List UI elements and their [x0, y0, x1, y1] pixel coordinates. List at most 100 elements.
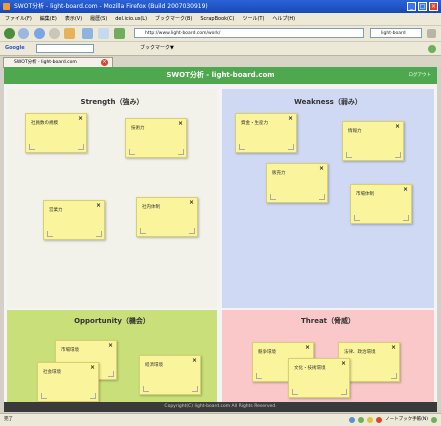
- menu-bookmarks[interactable]: ブックマーク(B): [155, 13, 192, 25]
- note-close-icon[interactable]: ×: [288, 115, 293, 122]
- note-resize-handle[interactable]: [90, 393, 96, 399]
- note-close-icon[interactable]: ×: [189, 199, 194, 206]
- note-close-icon[interactable]: ×: [192, 357, 197, 364]
- note-resize-handle[interactable]: [178, 149, 184, 155]
- menu-view[interactable]: 表示(V): [65, 13, 82, 25]
- sticky-note[interactable]: 社員数の規模 ×: [25, 113, 87, 153]
- search-field[interactable]: light-board: [370, 28, 422, 38]
- note-text: 競争環境: [258, 350, 276, 355]
- minimize-button[interactable]: _: [407, 2, 416, 11]
- status-icon[interactable]: [358, 417, 365, 423]
- settings-icon[interactable]: [428, 45, 436, 53]
- sticky-note[interactable]: 資金・生産力 ×: [235, 113, 297, 153]
- window-title: SWOT分析 - light-board.com - Mozilla Firef…: [14, 3, 208, 10]
- status-icon[interactable]: [376, 417, 383, 423]
- sticky-note[interactable]: 販売力 ×: [266, 163, 328, 203]
- note-text: 市場体制: [356, 192, 374, 197]
- google-search-input[interactable]: [36, 44, 94, 53]
- sticky-note[interactable]: 市場体制 ×: [350, 184, 412, 224]
- menu-scrapbook[interactable]: ScrapBook(C): [200, 13, 234, 25]
- address-text: http://www.light-board.com/work/: [145, 31, 221, 36]
- logout-link[interactable]: ログアウト: [409, 67, 432, 84]
- note-resize-handle[interactable]: [341, 389, 347, 395]
- note-close-icon[interactable]: ×: [178, 120, 183, 127]
- forward-icon[interactable]: [18, 28, 29, 39]
- quadrant-strength: Strength（強み） 社員数の規模 × 技術力 × 営業力 × 社内体制 ×: [7, 89, 217, 308]
- sticky-note[interactable]: 経済環境 ×: [139, 355, 201, 395]
- close-tab-icon[interactable]: ×: [101, 59, 108, 66]
- quadrant-title-strength: Strength（強み）: [80, 98, 144, 106]
- note-close-icon[interactable]: ×: [341, 360, 346, 367]
- notebook-link[interactable]: ノートブック手帳(N): [385, 414, 428, 426]
- menu-history[interactable]: 履歴(S): [90, 13, 107, 25]
- note-close-icon[interactable]: ×: [108, 342, 113, 349]
- note-close-icon[interactable]: ×: [395, 123, 400, 130]
- note-close-icon[interactable]: ×: [403, 186, 408, 193]
- note-edit-icon[interactable]: [256, 373, 262, 379]
- note-edit-icon[interactable]: [292, 389, 298, 395]
- note-edit-icon[interactable]: [346, 152, 352, 158]
- note-text: 社内体制: [142, 205, 160, 210]
- search-icon[interactable]: [427, 29, 436, 38]
- maximize-button[interactable]: □: [418, 2, 427, 11]
- note-close-icon[interactable]: ×: [90, 364, 95, 371]
- note-edit-icon[interactable]: [47, 231, 53, 237]
- note-text: 文化・技術環境: [294, 366, 326, 371]
- status-icons: ノートブック手帳(N): [349, 414, 437, 426]
- note-edit-icon[interactable]: [270, 194, 276, 200]
- menu-help[interactable]: ヘルプ(H): [272, 13, 295, 25]
- sticky-note[interactable]: 社内体制 ×: [136, 197, 198, 237]
- note-resize-handle[interactable]: [192, 386, 198, 392]
- note-resize-handle[interactable]: [96, 231, 102, 237]
- sticky-note[interactable]: 文化・技術環境 ×: [288, 358, 350, 398]
- status-icon[interactable]: [367, 417, 374, 423]
- note-text: 市場環境: [61, 348, 79, 353]
- quadrant-title-threat: Threat（脅威）: [300, 317, 356, 325]
- menu-edit[interactable]: 編集(E): [40, 13, 57, 25]
- stop-icon[interactable]: [49, 28, 60, 39]
- note-close-icon[interactable]: ×: [391, 344, 396, 351]
- note-resize-handle[interactable]: [189, 228, 195, 234]
- status-bar: 完了 ノートブック手帳(N): [0, 413, 441, 426]
- sticky-note[interactable]: 技術力 ×: [125, 118, 187, 158]
- note-resize-handle[interactable]: [395, 152, 401, 158]
- quadrant-opportunity: Opportunity（機会） 市場環境 × 経済環境 × 社会環境 ×: [7, 310, 217, 402]
- note-resize-handle[interactable]: [108, 371, 114, 377]
- note-edit-icon[interactable]: [354, 215, 360, 221]
- note-resize-handle[interactable]: [78, 144, 84, 150]
- sticky-note[interactable]: 営業力 ×: [43, 200, 105, 240]
- note-edit-icon[interactable]: [143, 386, 149, 392]
- sticky-note[interactable]: 社会環境 ×: [37, 362, 99, 402]
- note-resize-handle[interactable]: [288, 144, 294, 150]
- menu-delicious[interactable]: del.icio.us(L): [115, 13, 147, 25]
- note-close-icon[interactable]: ×: [319, 165, 324, 172]
- note-edit-icon[interactable]: [239, 144, 245, 150]
- note-resize-handle[interactable]: [319, 194, 325, 200]
- note-close-icon[interactable]: ×: [78, 115, 83, 122]
- status-icon[interactable]: [431, 417, 437, 423]
- bookmark-icon[interactable]: [82, 28, 93, 39]
- note-edit-icon[interactable]: [140, 228, 146, 234]
- print-icon[interactable]: [98, 28, 109, 39]
- menu-file[interactable]: ファイル(F): [5, 13, 32, 25]
- google-bookmarks[interactable]: ブックマーク▼: [140, 42, 174, 55]
- note-resize-handle[interactable]: [403, 215, 409, 221]
- close-window-button[interactable]: ×: [429, 2, 438, 11]
- status-icon[interactable]: [349, 417, 356, 423]
- menu-tools[interactable]: ツール(T): [242, 13, 264, 25]
- note-edit-icon[interactable]: [29, 144, 35, 150]
- note-text: 営業力: [49, 208, 63, 213]
- sticky-note[interactable]: 情報力 ×: [342, 121, 404, 161]
- note-close-icon[interactable]: ×: [305, 344, 310, 351]
- note-close-icon[interactable]: ×: [96, 202, 101, 209]
- address-field[interactable]: http://www.light-board.com/work/: [134, 28, 364, 38]
- note-resize-handle[interactable]: [391, 373, 397, 379]
- reload-icon[interactable]: [34, 28, 45, 39]
- note-edit-icon[interactable]: [41, 393, 47, 399]
- note-edit-icon[interactable]: [129, 149, 135, 155]
- home-icon[interactable]: [64, 28, 75, 39]
- quadrant-threat: Threat（脅威） 競争環境 × 法律、政治環境 × 文化・技術環境 ×: [222, 310, 434, 402]
- window-controls: _ □ ×: [407, 2, 438, 11]
- tool-icon[interactable]: [114, 28, 125, 39]
- back-icon[interactable]: [4, 28, 15, 39]
